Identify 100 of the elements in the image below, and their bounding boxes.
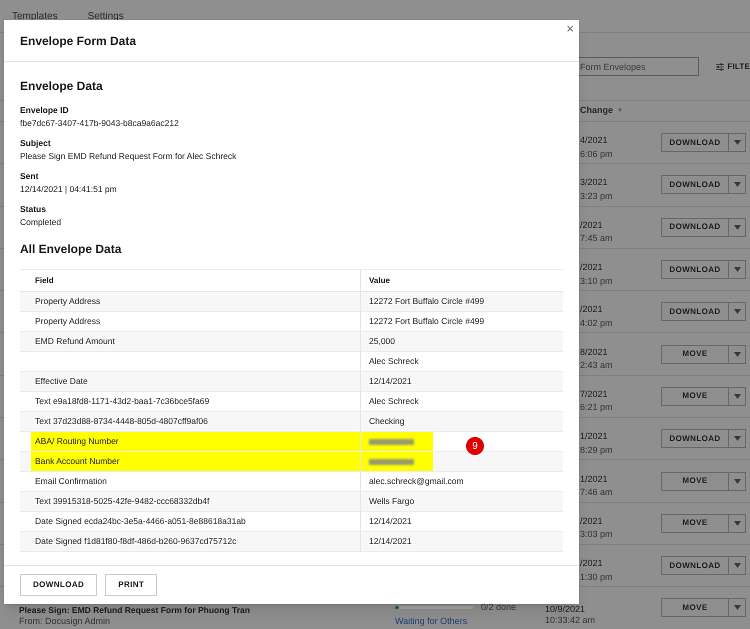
time-text: 8:29 pm [580, 444, 614, 457]
time-text: 3:03 pm [580, 528, 614, 542]
detail-value: fbe7dc67-3407-417b-9043-b8ca9a6ac212 [20, 118, 180, 129]
date-text: 1/2021 [580, 430, 609, 444]
dropdown-button[interactable] [729, 175, 746, 194]
date-text: 10/9/2021 [545, 604, 586, 615]
date-text: /2021 [580, 218, 604, 232]
time-text: 4:02 pm [580, 316, 614, 330]
caret-icon [734, 224, 740, 230]
time-text: 6:06 pm [580, 148, 614, 161]
table-cell-text: Date Signed ecda24bc-3e5a-4466-a051-8e88618a31ab [35, 515, 246, 528]
redacted-value [369, 458, 414, 464]
action-button[interactable]: DOWNLOAD [661, 429, 729, 448]
footer-button[interactable]: DOWNLOAD [20, 574, 98, 596]
caret-icon [734, 182, 740, 188]
caret-icon [734, 267, 740, 272]
action-button[interactable]: DOWNLOAD [661, 175, 729, 194]
caret-icon [734, 352, 740, 357]
table-cell-text: Text 39915318-5025-42fe-9482-ccc68332db4f [35, 495, 210, 508]
date-text: 3/2021 [580, 176, 609, 190]
time-text: 2:43 am [580, 359, 614, 372]
time-text: 7:45 am [580, 232, 614, 246]
table-cell: alec.schreck@gmail.com [369, 475, 464, 488]
dropdown-button[interactable] [729, 556, 746, 576]
table-cell: 25,000 [369, 335, 395, 348]
detail-value: Completed [20, 217, 62, 228]
table-cell-text: EMD Refund Amount [35, 335, 115, 348]
envelope-subject[interactable]: Please Sign: EMD Refund Request Form for Phuong Tran [19, 604, 250, 615]
nav-tab[interactable]: Templates [12, 8, 58, 24]
modal-title: Envelope Form Data [20, 32, 136, 50]
detail-value: Please Sign EMD Refund Request Form for Alec Schreck [20, 151, 238, 162]
table-cell: 12272 Fort Buffalo Circle #499 [369, 315, 484, 328]
table-cell-text: Date Signed f1d81f80-f8df-486d-b260-9637cd75712c [35, 535, 236, 548]
table-cell-text: Effective Date [35, 375, 88, 388]
column-header: Field [20, 270, 361, 291]
table-cell-text: Bank Account Number [35, 455, 120, 468]
detail-label: Envelope ID [20, 105, 70, 116]
table-cell: 12/14/2021 [369, 375, 412, 388]
status-link[interactable]: Waiting for Others [395, 615, 468, 629]
date-text: /2021 [580, 261, 604, 274]
caret-icon [734, 394, 740, 399]
action-button[interactable]: DOWNLOAD [661, 556, 729, 576]
filter-button[interactable]: FILTE [727, 60, 750, 72]
detail-label: Sent [20, 171, 40, 182]
action-button[interactable]: MOVE [661, 344, 729, 364]
date-text: /2021 [580, 303, 604, 316]
caret-icon [734, 605, 740, 610]
column-header[interactable]: Change [580, 104, 614, 118]
dropdown-button[interactable] [729, 472, 746, 491]
action-button[interactable]: MOVE [661, 514, 729, 533]
action-button[interactable]: MOVE [661, 598, 729, 618]
action-button[interactable]: DOWNLOAD [661, 302, 729, 322]
time-text: 3:23 pm [580, 190, 614, 203]
dropdown-button[interactable] [729, 133, 746, 152]
action-button[interactable]: DOWNLOAD [661, 260, 729, 280]
caret-icon [734, 436, 740, 442]
dropdown-button[interactable] [729, 429, 746, 448]
footer-button[interactable]: PRINT [105, 574, 158, 596]
redacted-value [369, 438, 414, 444]
table-cell: Alec Schreck [369, 355, 419, 368]
table-cell-text: Text e9a18fd8-1171-43d2-baa1-7c36bce5fa69 [35, 395, 210, 408]
progress-text: 0/2 done [481, 600, 516, 614]
date-text: /2021 [580, 557, 604, 570]
time-text: 7:46 am [580, 486, 614, 500]
action-button[interactable]: MOVE [661, 472, 729, 491]
action-button[interactable]: MOVE [661, 386, 729, 406]
time-text: 3:10 pm [580, 274, 614, 288]
dropdown-button[interactable] [729, 218, 746, 237]
caret-icon [734, 478, 740, 484]
time-text: 10:33:42 am [545, 614, 596, 626]
detail-label: Subject [20, 138, 52, 149]
dropdown-button[interactable] [729, 302, 746, 322]
filter-icon[interactable] [716, 62, 724, 72]
table-cell-text: ABA/ Routing Number [35, 435, 119, 448]
date-text: 4/2021 [580, 134, 609, 148]
dropdown-button[interactable] [729, 344, 746, 364]
dropdown-button[interactable] [729, 514, 746, 533]
table-cell: Alec Schreck [369, 395, 419, 408]
date-text: /2021 [580, 514, 604, 528]
action-button[interactable]: DOWNLOAD [661, 133, 729, 152]
action-button[interactable]: DOWNLOAD [661, 218, 729, 237]
close-button[interactable]: × [566, 22, 574, 35]
table-cell: Wells Fargo [369, 495, 414, 508]
date-text: 1/2021 [580, 472, 609, 486]
caret-icon [734, 309, 740, 314]
table-cell: 12272 Fort Buffalo Circle #499 [369, 295, 484, 308]
nav-tab[interactable]: Settings [88, 8, 124, 24]
time-text: 1:30 pm [580, 570, 614, 584]
column-header: Value [368, 274, 390, 286]
section-title: Envelope Data [20, 79, 104, 93]
time-text: 6:21 pm [580, 401, 614, 414]
dropdown-button[interactable] [729, 598, 746, 618]
date-text: 7/2021 [580, 388, 609, 401]
caret-icon [734, 140, 740, 146]
table-cell-text: Text 37d23d88-8734-4448-805d-4807cff9af06 [35, 415, 208, 428]
section-title: All Envelope Data [20, 242, 122, 256]
dropdown-button[interactable] [729, 260, 746, 280]
caret-icon [734, 520, 740, 526]
table-cell-text: Property Address [35, 315, 100, 328]
dropdown-button[interactable] [729, 386, 746, 406]
